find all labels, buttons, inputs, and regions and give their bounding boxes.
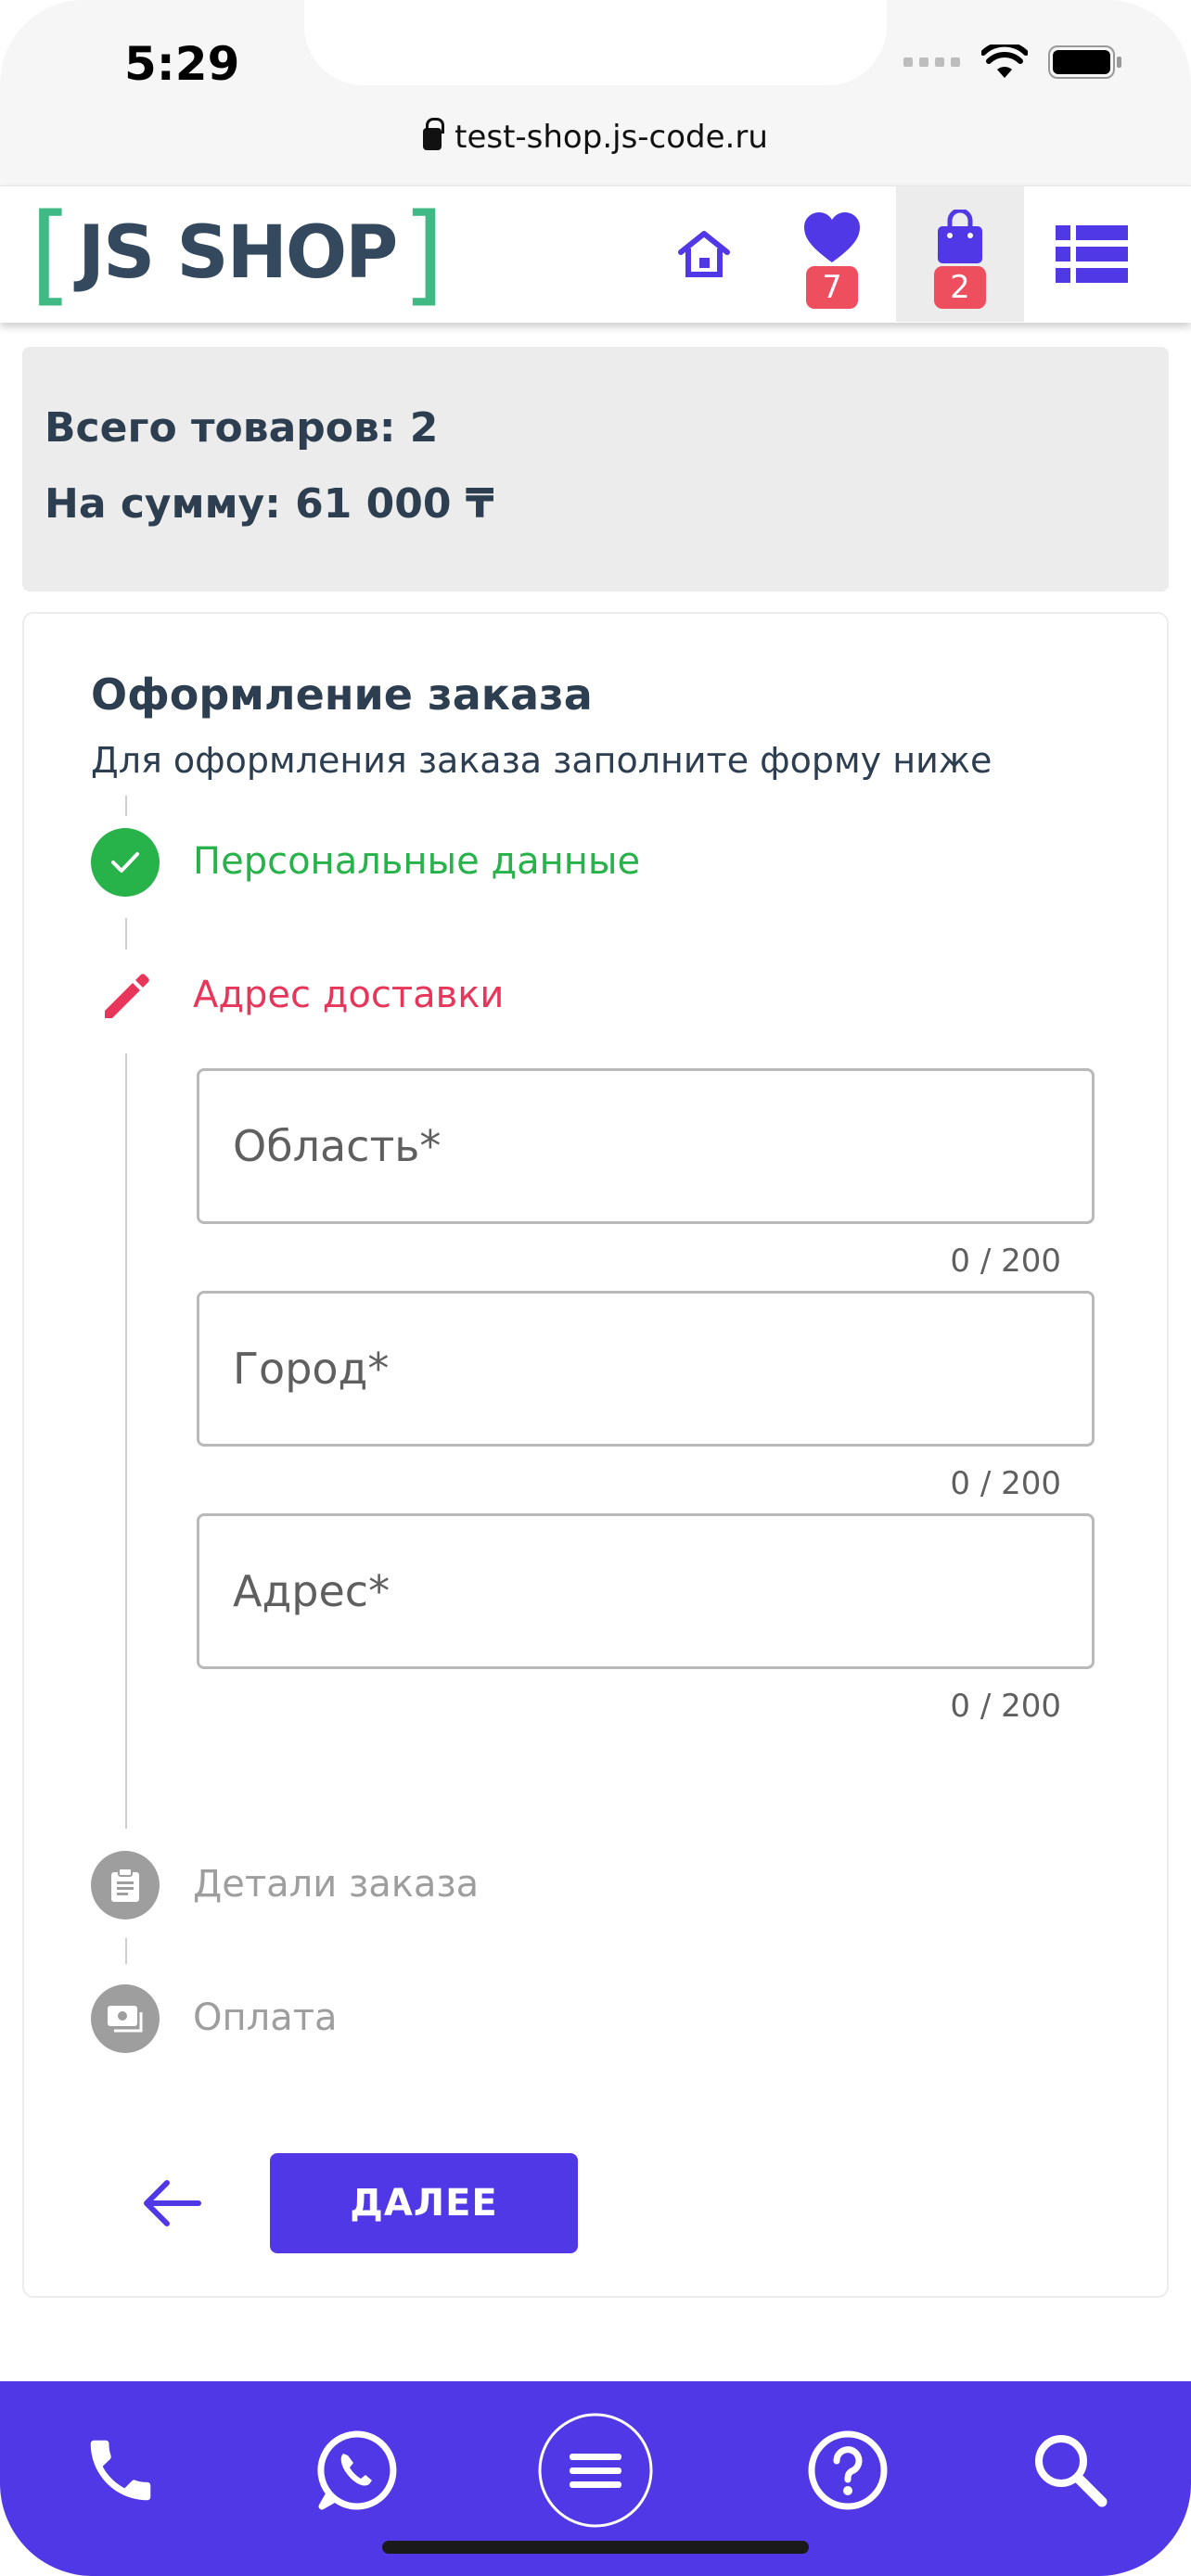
checkout-subtitle: Для оформления заказа заполните форму ни… [91, 740, 992, 781]
battery-icon [1048, 45, 1121, 79]
total-items: Всего товаров: 2 [45, 404, 439, 452]
checkout-title: Оформление заказа [91, 670, 593, 720]
whatsapp-icon [317, 2430, 397, 2510]
stepper-connector [125, 1938, 127, 1964]
menu-button[interactable] [531, 2405, 660, 2535]
step-done-icon [91, 828, 160, 897]
region-char-counter: 0 / 200 [950, 1243, 1061, 1280]
favorites-button[interactable]: 7 [768, 186, 896, 322]
phone-icon [90, 2440, 151, 2501]
search-button[interactable] [1005, 2405, 1135, 2535]
cart-button[interactable]: 2 [896, 186, 1024, 322]
wifi-icon [981, 45, 1028, 78]
logo-text: JS SHOP [78, 211, 398, 295]
address-field[interactable] [197, 1513, 1095, 1669]
lock-icon [423, 118, 445, 150]
call-button[interactable] [56, 2405, 186, 2535]
logo-bracket-right: ] [402, 189, 445, 317]
order-summary: Всего товаров: 2 На сумму: 61 000 ₸ [22, 347, 1169, 592]
city-char-counter: 0 / 200 [950, 1465, 1061, 1502]
heart-icon [804, 212, 860, 262]
logo[interactable]: [ JS SHOP ] [30, 198, 444, 309]
address-char-counter: 0 / 200 [950, 1688, 1061, 1725]
menu-icon [538, 2413, 653, 2528]
home-indicator [382, 2541, 809, 2554]
home-button[interactable] [640, 186, 768, 322]
step-pending-icon [91, 1984, 160, 2053]
pencil-icon [105, 974, 149, 1018]
shopping-bag-icon [938, 210, 982, 263]
site-header: [ JS SHOP ] 7 2 [0, 185, 1191, 323]
step-delivery-address[interactable]: Адрес доставки [193, 974, 504, 1016]
help-button[interactable] [783, 2405, 913, 2535]
step-payment[interactable]: Оплата [193, 1996, 338, 2039]
step-pending-icon [91, 1851, 160, 1919]
total-sum: На сумму: 61 000 ₸ [45, 480, 494, 528]
arrow-left-icon [144, 2180, 201, 2226]
logo-bracket-left: [ [30, 189, 73, 317]
stepper-connector [125, 1053, 127, 1829]
notch [304, 0, 887, 85]
step-active-icon [91, 962, 160, 1030]
cart-count-badge: 2 [934, 266, 986, 309]
home-icon [678, 231, 730, 277]
favorites-count-badge: 7 [806, 266, 858, 309]
clipboard-icon [111, 1868, 139, 1902]
catalog-list-button[interactable] [1028, 186, 1156, 322]
url-bar[interactable]: test-shop.js-code.ru [0, 118, 1191, 156]
status-icons [903, 45, 1122, 80]
payment-icon [108, 2006, 143, 2033]
whatsapp-button[interactable] [291, 2405, 421, 2535]
list-icon [1056, 225, 1128, 283]
checkmark-icon [111, 852, 139, 873]
stepper-connector [125, 796, 127, 816]
url-text: test-shop.js-code.ru [455, 119, 768, 156]
next-button[interactable]: ДАЛЕЕ [270, 2153, 578, 2253]
city-field[interactable] [197, 1291, 1095, 1447]
help-icon [808, 2430, 888, 2510]
status-time: 5:29 [124, 37, 240, 91]
cellular-signal-icon [903, 57, 960, 67]
back-button[interactable] [139, 2175, 204, 2231]
search-icon [1035, 2435, 1108, 2507]
status-bar: 5:29 test-shop.js-code.ru [0, 0, 1191, 185]
step-order-details[interactable]: Детали заказа [193, 1863, 479, 1906]
region-field[interactable] [197, 1068, 1095, 1224]
stepper-connector [125, 918, 127, 950]
step-personal-data[interactable]: Персональные данные [193, 840, 640, 883]
